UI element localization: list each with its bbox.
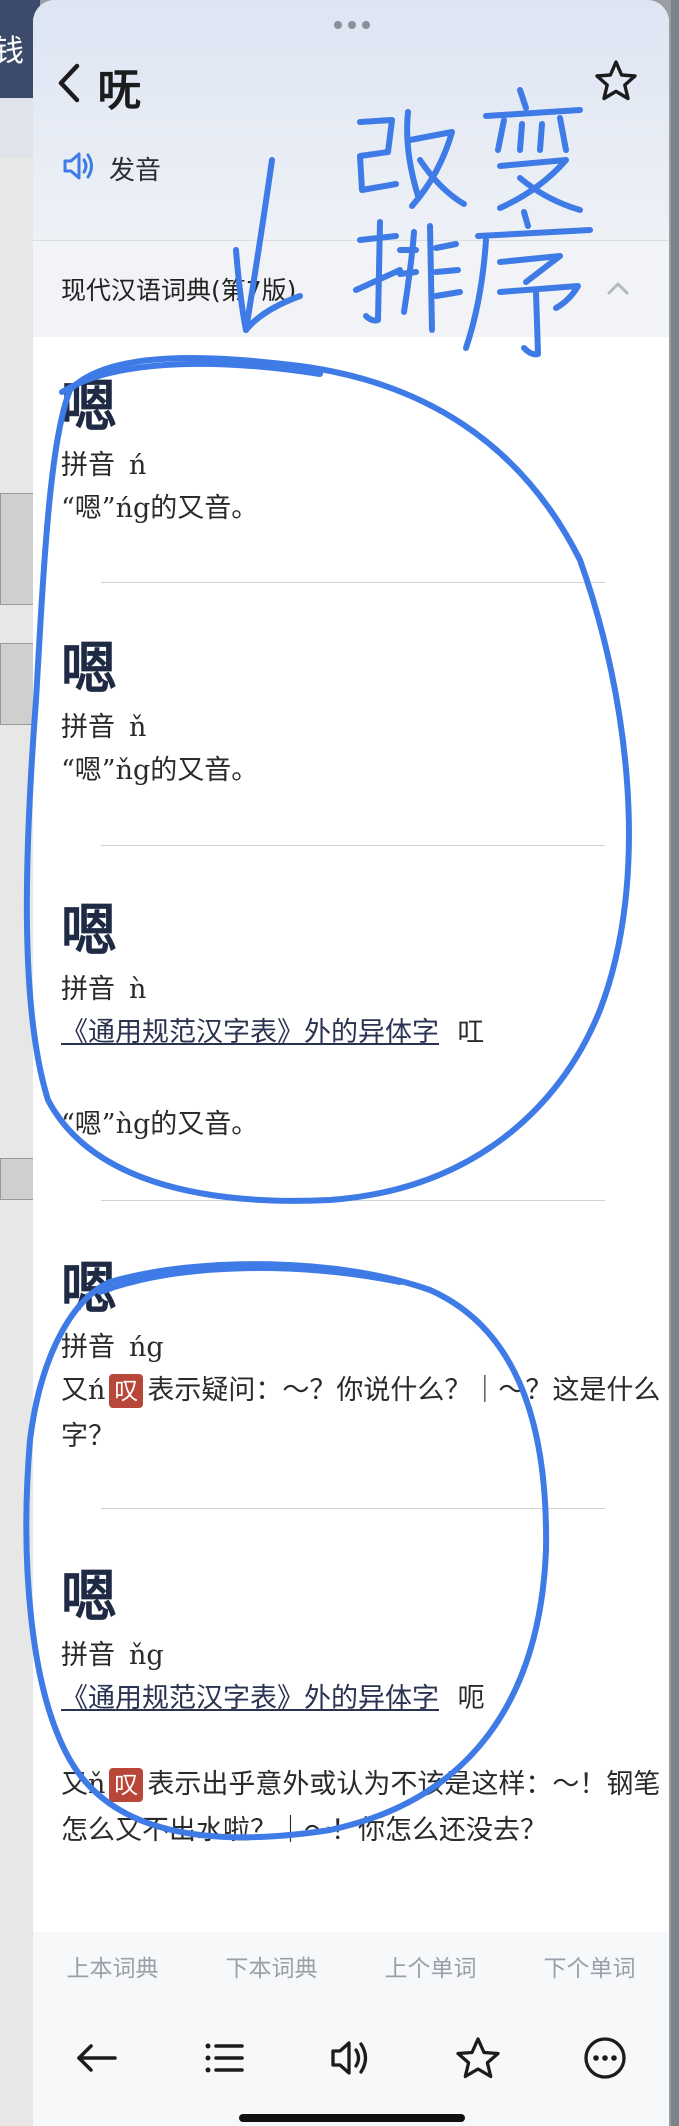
entry-definition: “嗯”ńg的又音。 [61,493,259,524]
part-of-speech-tag: 叹 [109,1768,144,1802]
entry-4: 嗯 拼音 ńg 又ń 叹表示疑问：～？你说什么？｜～？这是什么字？ [61,1254,661,1460]
dictionary-title: 现代汉语词典(第7版) [61,276,297,305]
entry-definition: “嗯”ǹg的又音。 [61,1109,259,1140]
divider [101,1508,605,1509]
pronounce-label: 发音 [109,155,162,186]
variant-character: 呃 [457,1683,485,1714]
home-indicator [239,2114,465,2122]
entry-variant: 《通用规范汉字表》外的异体字 叿 [61,1010,661,1056]
dictionary-sheet: 呒 发音 现代汉语词典(第7版) 嗯 拼音 ń “嗯”ńg的又音。 嗯 拼音 ň “… [33,0,669,2126]
entry-character: 嗯 [61,374,117,440]
entry-character: 嗯 [61,1256,117,1322]
variant-link[interactable]: 《通用规范汉字表》外的异体字 [61,1017,439,1048]
entry-2: 嗯 拼音 ň “嗯”ňg的又音。 [61,634,661,794]
dictionary-navigation: 上本词典 下本词典 上个单词 下个单词 [33,1932,669,2000]
favorite-star-icon[interactable] [593,58,639,104]
entry-pinyin: 拼音 ň [61,712,147,743]
sheet-grabber[interactable] [331,14,373,33]
entry-5: 嗯 拼音 ňg 《通用规范汉字表》外的异体字 呃 又ň 叹表示出乎意外或认为不该是这… [61,1562,661,1854]
divider [101,845,605,846]
entry-1: 嗯 拼音 ń “嗯”ńg的又音。 [61,372,661,532]
divider [101,582,605,583]
entry-character: 嗯 [61,1564,117,1630]
bottom-toolbar [33,2000,669,2126]
entry-pinyin: 拼音 ń [61,450,147,481]
divider [101,1200,605,1201]
pronounce-button[interactable]: 发音 [61,148,161,188]
entry-3: 嗯 拼音 ǹ 《通用规范汉字表》外的异体字 叿 “嗯”ǹg的又音。 [61,896,661,1148]
back-chevron-icon[interactable] [53,58,87,108]
variant-link[interactable]: 《通用规范汉字表》外的异体字 [61,1683,439,1714]
entry-character: 嗯 [61,636,117,702]
star-icon[interactable] [454,2034,502,2082]
back-arrow-icon[interactable] [73,2034,121,2082]
variant-character: 叿 [457,1017,485,1048]
dictionary-section-header[interactable]: 现代汉语词典(第7版) [33,240,669,337]
entry-pinyin: 拼音 ǹ [61,974,147,1005]
sheet-header [33,0,669,240]
headword: 呒 [97,65,141,116]
entry-variant: 《通用规范汉字表》外的异体字 呃 [61,1676,661,1722]
chevron-up-icon[interactable] [603,273,633,303]
entry-pinyin: 拼音 ňg [61,1640,164,1671]
more-icon[interactable] [581,2034,629,2082]
entry-character: 嗯 [61,898,117,964]
entry-definition: “嗯”ňg的又音。 [61,755,259,786]
speaker-icon [61,149,97,187]
list-icon[interactable] [200,2034,248,2082]
prev-word-button[interactable]: 上个单词 [385,1949,477,1983]
entry-definition: 又ň 叹表示出乎意外或认为不该是这样：～！钢笔怎么又不出水啦？｜～！你怎么还没去？ [61,1768,661,1846]
speaker-icon[interactable] [327,2034,375,2082]
entry-definition: 又ń 叹表示疑问：～？你说什么？｜～？这是什么字？ [61,1374,661,1452]
background-app-edge [671,0,679,2126]
entry-pinyin: 拼音 ńg [61,1332,164,1363]
next-dictionary-button[interactable]: 下本词典 [226,1949,318,1983]
part-of-speech-tag: 叹 [109,1374,144,1408]
next-word-button[interactable]: 下个单词 [544,1949,636,1983]
prev-dictionary-button[interactable]: 上本词典 [67,1949,159,1983]
